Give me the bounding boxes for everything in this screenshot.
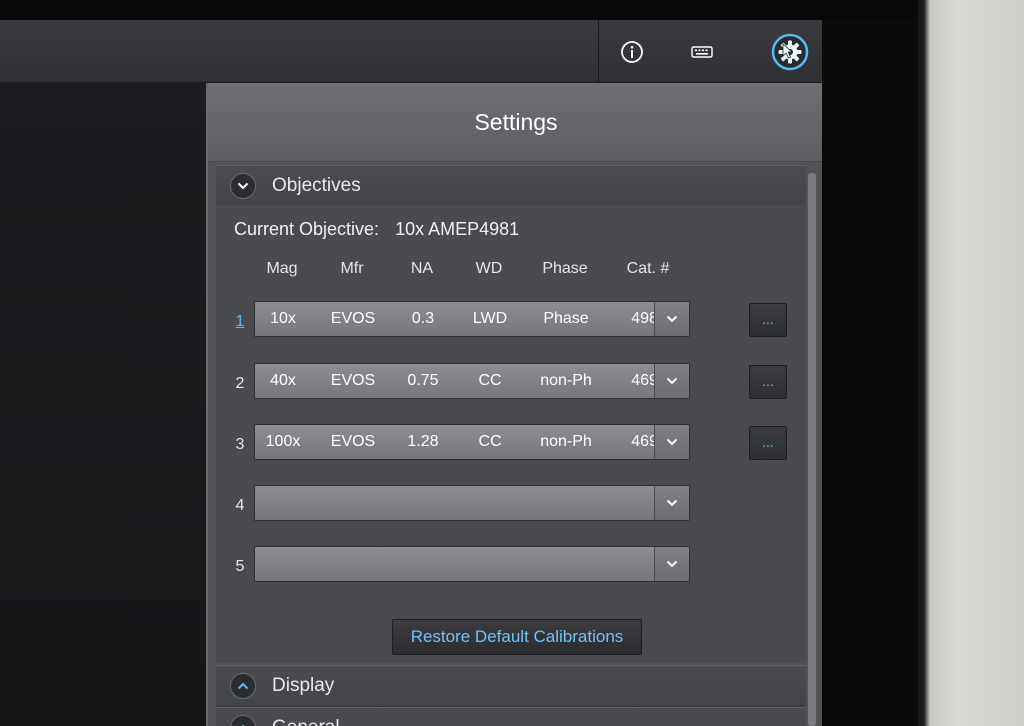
objective-wd: LWD bbox=[472, 310, 508, 327]
objective-slot-2-label: 2 bbox=[235, 375, 245, 392]
objective-select-3[interactable]: 100x EVOS 1.28 CC non-Ph 4696 bbox=[254, 424, 690, 460]
current-objective-value: 10x AMEP4981 bbox=[395, 219, 520, 239]
chevron-down-icon bbox=[230, 173, 256, 199]
screen: Settings Objectives Current Objective: 10… bbox=[0, 20, 822, 726]
objective-details-button-2[interactable]: ... bbox=[749, 365, 787, 399]
objective-slot-3-label: 3 bbox=[235, 436, 245, 453]
objective-mag: 100x bbox=[265, 433, 301, 450]
section-label-general: General bbox=[272, 717, 340, 726]
column-header-mfr: Mfr bbox=[340, 260, 364, 277]
objective-mfr: EVOS bbox=[330, 433, 376, 450]
top-toolbar bbox=[0, 20, 822, 83]
objective-na: 0.3 bbox=[411, 310, 435, 327]
objectives-section-header[interactable]: Objectives bbox=[216, 165, 806, 207]
section-label-objectives: Objectives bbox=[272, 175, 361, 196]
chevron-up-icon bbox=[230, 673, 256, 699]
objective-mfr: EVOS bbox=[330, 372, 376, 389]
current-objective: Current Objective: 10x AMEP4981 bbox=[234, 219, 519, 240]
objective-wd: CC bbox=[478, 372, 502, 389]
objective-wd: CC bbox=[478, 433, 502, 450]
section-label-display: Display bbox=[272, 675, 335, 696]
objective-phase: Phase bbox=[543, 310, 589, 327]
keyboard-button[interactable] bbox=[682, 32, 722, 72]
column-header-na: NA bbox=[410, 260, 434, 277]
chevron-down-icon[interactable] bbox=[654, 364, 689, 398]
objective-select-5[interactable] bbox=[254, 546, 690, 582]
chevron-down-icon[interactable] bbox=[654, 302, 689, 336]
objective-details-button-3[interactable]: ... bbox=[749, 426, 787, 460]
settings-header: Settings bbox=[208, 83, 822, 162]
settings-button[interactable] bbox=[770, 32, 810, 72]
chevron-down-icon[interactable] bbox=[654, 486, 689, 520]
general-section-header[interactable]: General bbox=[216, 707, 806, 726]
objective-na: 0.75 bbox=[407, 372, 439, 389]
column-header-mag: Mag bbox=[266, 260, 298, 277]
toolbar-divider bbox=[598, 20, 599, 82]
column-header-wd: WD bbox=[475, 260, 503, 277]
column-header-phase: Phase bbox=[542, 260, 588, 277]
objective-select-4[interactable] bbox=[254, 485, 690, 521]
monitor-bezel-right bbox=[918, 0, 1024, 726]
chevron-up-icon bbox=[230, 715, 256, 726]
objective-mfr: EVOS bbox=[330, 310, 376, 327]
objective-phase: non-Ph bbox=[540, 433, 592, 450]
panel-scrollbar[interactable] bbox=[808, 173, 816, 726]
image-view-area bbox=[0, 83, 206, 726]
objective-mag: 10x bbox=[270, 310, 296, 327]
keyboard-icon bbox=[691, 46, 713, 58]
restore-default-calibrations-button[interactable]: Restore Default Calibrations bbox=[392, 619, 642, 655]
current-objective-label: Current Objective: bbox=[234, 219, 380, 239]
objective-phase: non-Ph bbox=[540, 372, 592, 389]
chevron-down-icon[interactable] bbox=[654, 425, 689, 459]
objective-mag: 40x bbox=[270, 372, 296, 389]
screen-edge bbox=[822, 20, 918, 726]
objective-slot-1-link[interactable]: 1 bbox=[232, 313, 248, 331]
page-title: Settings bbox=[474, 108, 558, 135]
objective-slot-5-label: 5 bbox=[235, 558, 245, 575]
settings-panel: Settings Objectives Current Objective: 10… bbox=[206, 83, 822, 726]
display-section-header[interactable]: Display bbox=[216, 665, 806, 707]
objective-slot-4-label: 4 bbox=[235, 497, 245, 514]
info-icon bbox=[621, 41, 643, 63]
objectives-section-body: Current Objective: 10x AMEP4981 Mag Mfr N… bbox=[216, 205, 806, 663]
objective-select-1[interactable]: 10x EVOS 0.3 LWD Phase 4981 bbox=[254, 301, 690, 337]
objective-na: 1.28 bbox=[407, 433, 439, 450]
chevron-down-icon[interactable] bbox=[654, 547, 689, 581]
objective-details-button-1[interactable]: ... bbox=[749, 303, 787, 337]
column-header-cat: Cat. # bbox=[626, 260, 670, 277]
monitor-bezel-top bbox=[0, 0, 918, 20]
gear-icon bbox=[771, 33, 809, 71]
info-button[interactable] bbox=[612, 32, 652, 72]
objective-select-2[interactable]: 40x EVOS 0.75 CC non-Ph 4699 bbox=[254, 363, 690, 399]
